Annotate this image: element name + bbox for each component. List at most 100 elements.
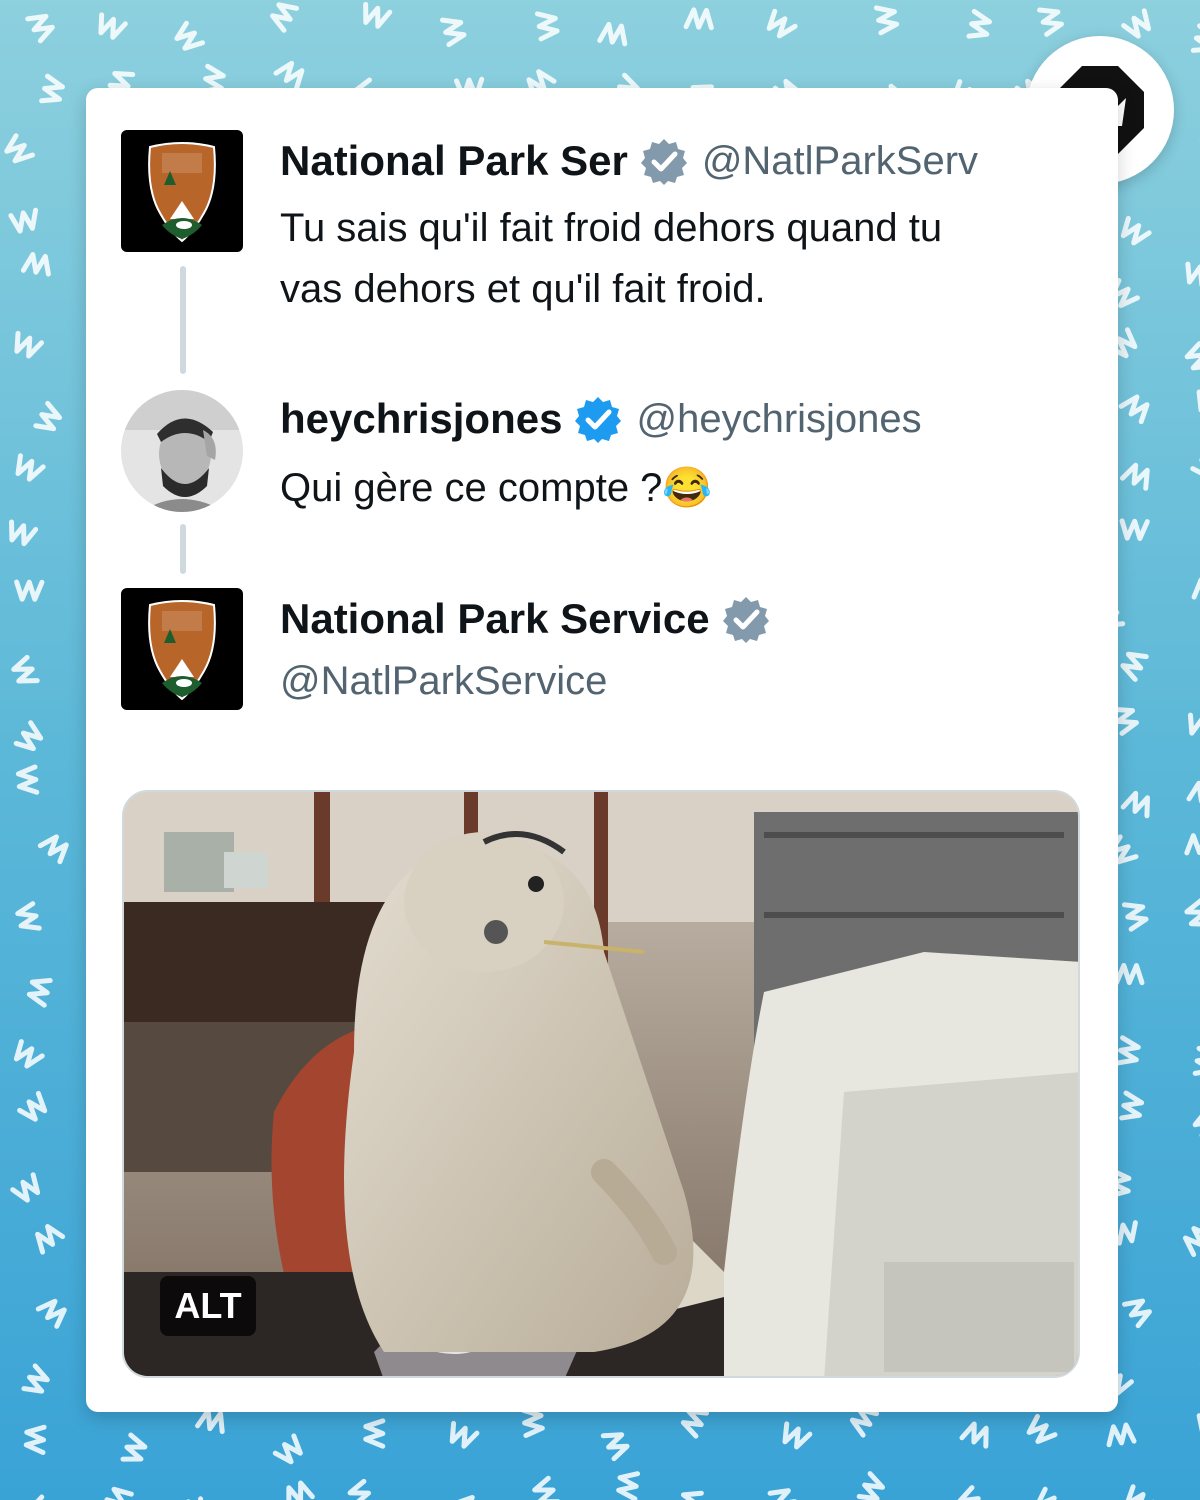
zigzag-mark	[1120, 790, 1150, 819]
profile-photo-icon	[121, 390, 243, 512]
thread-connector-line	[180, 266, 186, 374]
zigzag-mark	[286, 1480, 315, 1500]
zigzag-mark	[782, 1421, 813, 1450]
nps-arrowhead-logo-icon	[148, 142, 216, 243]
zigzag-mark	[1184, 341, 1200, 371]
zigzag-mark	[957, 1485, 987, 1500]
zigzag-mark	[13, 720, 44, 752]
zigzag-mark	[17, 1090, 48, 1122]
zigzag-mark	[1184, 832, 1200, 856]
heychrisjones-avatar[interactable]	[121, 390, 243, 512]
nps-avatar[interactable]	[121, 130, 243, 252]
zigzag-mark	[683, 7, 714, 31]
zigzag-mark	[1119, 1090, 1145, 1121]
prairie-dog-at-computer-photo	[124, 792, 1078, 1376]
zigzag-mark	[439, 17, 467, 48]
zigzag-mark	[174, 20, 206, 51]
zigzag-mark	[449, 1420, 480, 1449]
zigzag-mark	[1120, 651, 1149, 682]
zigzag-mark	[25, 13, 55, 44]
zigzag-mark	[35, 1298, 67, 1329]
zigzag-mark	[616, 1471, 641, 1500]
zigzag-mark	[873, 5, 900, 36]
zigzag-mark	[966, 8, 992, 39]
zigzag-mark	[1124, 1484, 1156, 1500]
zigzag-mark	[767, 1488, 798, 1500]
zigzag-mark	[23, 1424, 47, 1456]
verified-badge-icon	[640, 139, 687, 185]
tweet-header: National Park Ser @NatlParkServ	[280, 134, 978, 188]
zigzag-mark	[8, 207, 39, 234]
nps-avatar[interactable]	[121, 588, 243, 710]
zigzag-mark	[1190, 23, 1200, 53]
zigzag-mark	[1190, 448, 1200, 480]
zigzag-mark	[1121, 8, 1152, 39]
zigzag-mark	[1122, 1298, 1152, 1329]
zigzag-mark	[273, 60, 305, 91]
tweet-text-line: vas dehors et qu'il fait froid.	[280, 267, 766, 311]
zigzag-mark	[173, 1496, 204, 1500]
user-handle[interactable]: @heychrisjones	[636, 397, 921, 442]
zigzag-mark	[39, 73, 65, 104]
zigzag-mark	[600, 1432, 630, 1462]
alt-text-button[interactable]: ALT	[160, 1276, 256, 1336]
display-name[interactable]: National Park Service	[280, 595, 710, 643]
zigzag-mark	[532, 1475, 561, 1500]
zigzag-mark	[1116, 1035, 1141, 1066]
zigzag-mark	[1118, 394, 1150, 425]
zigzag-mark	[1034, 1486, 1066, 1500]
zigzag-mark	[14, 330, 44, 359]
verified-badge-icon	[722, 597, 769, 643]
zigzag-mark	[1106, 1422, 1137, 1448]
zigzag-mark	[37, 834, 69, 865]
zigzag-mark	[680, 1408, 710, 1439]
zigzag-mark	[11, 654, 40, 684]
display-name[interactable]: heychrisjones	[280, 395, 562, 443]
zigzag-mark	[1192, 1108, 1200, 1138]
zigzag-mark	[1026, 1413, 1058, 1444]
tweet-header: National Park Service	[280, 592, 784, 646]
zigzag-mark	[10, 1172, 41, 1203]
verified-badge-icon	[575, 397, 622, 443]
zigzag-mark	[1119, 518, 1150, 542]
zigzag-mark	[195, 1408, 225, 1435]
zigzag-mark	[1191, 577, 1200, 600]
zigzag-mark	[104, 1486, 134, 1500]
zigzag-mark	[1182, 1226, 1200, 1258]
zigzag-mark	[15, 453, 46, 482]
zigzag-mark	[1186, 780, 1200, 806]
zigzag-mark	[35, 1224, 66, 1255]
zigzag-mark	[1184, 898, 1200, 927]
zigzag-mark	[14, 579, 45, 602]
zigzag-mark	[849, 1406, 880, 1438]
zigzag-mark	[4, 133, 36, 164]
zigzag-mark	[15, 764, 40, 795]
zigzag-mark	[272, 1433, 303, 1465]
display-name[interactable]: National Park Ser	[280, 137, 628, 185]
zigzag-mark	[9, 519, 39, 547]
zigzag-mark	[1187, 712, 1200, 739]
user-handle[interactable]: @NatlParkService	[280, 659, 607, 704]
user-handle[interactable]: @NatlParkServ	[702, 139, 978, 184]
zigzag-mark	[1192, 1045, 1200, 1076]
zigzag-mark	[534, 11, 560, 42]
zigzag-mark	[98, 12, 128, 40]
tweet-text-line: Tu sais qu'il fait froid dehors quand tu	[280, 206, 943, 250]
tweet-media-image[interactable]	[122, 790, 1080, 1378]
zigzag-mark	[270, 2, 300, 33]
zigzag-mark	[597, 21, 628, 47]
zigzag-mark	[13, 1039, 45, 1069]
zigzag-mark	[856, 1471, 885, 1500]
tweet-text: Qui gère ce compte ?😂	[280, 466, 713, 510]
zigzag-mark	[766, 8, 798, 39]
zigzag-mark	[1119, 462, 1150, 491]
nps-arrowhead-logo-icon	[148, 600, 216, 701]
zigzag-mark	[363, 1, 393, 29]
zigzag-mark	[678, 1490, 704, 1500]
zigzag-mark	[347, 1478, 376, 1500]
zigzag-mark	[120, 1432, 148, 1462]
zigzag-mark	[959, 1421, 989, 1449]
zigzag-mark	[1120, 215, 1152, 246]
tweet-header: heychrisjones @heychrisjones	[280, 392, 922, 446]
zigzag-mark	[363, 1418, 386, 1449]
